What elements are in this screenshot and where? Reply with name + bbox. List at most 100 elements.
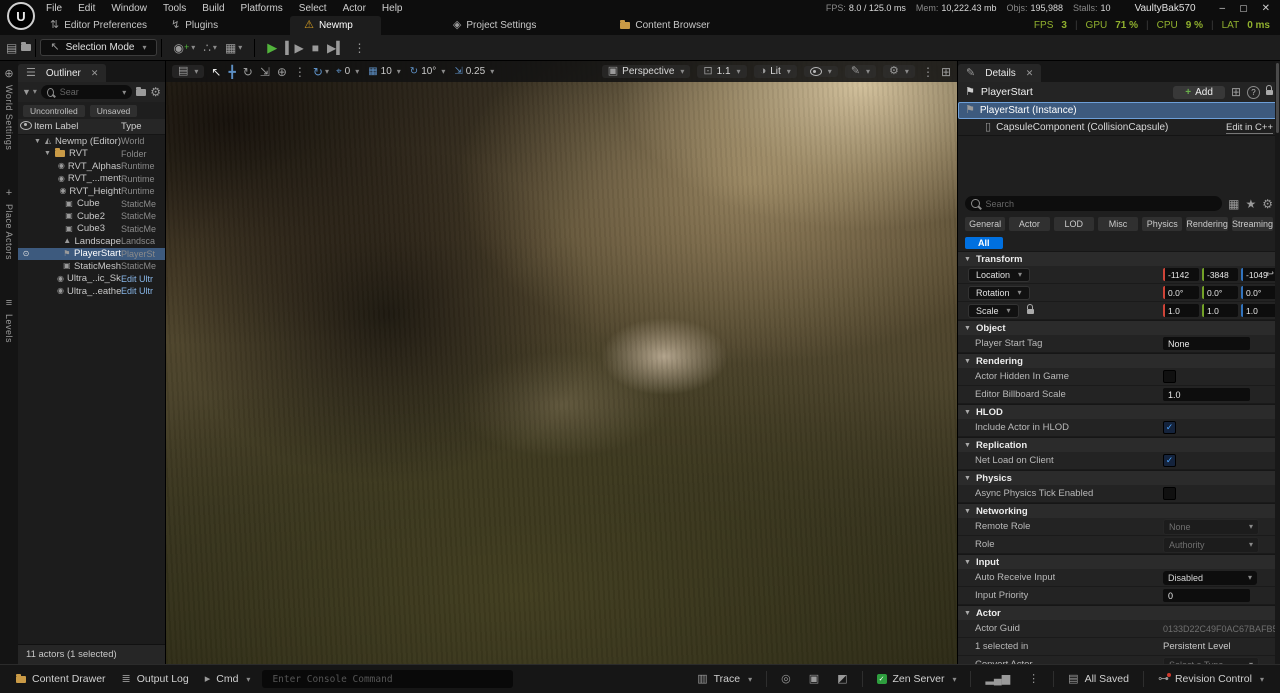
session-button[interactable]: ◎ bbox=[773, 665, 799, 693]
type-column[interactable]: Type bbox=[121, 121, 165, 132]
axis-value-input[interactable]: 1.0 bbox=[1241, 304, 1277, 317]
component-row[interactable]: ⚑PlayerStart (Instance) bbox=[958, 102, 1280, 119]
axis-mode-select[interactable]: Scale▾ bbox=[968, 304, 1019, 318]
axis-value-input[interactable]: 0.0° bbox=[1241, 286, 1277, 299]
category-actor[interactable]: Actor bbox=[1009, 217, 1049, 231]
section-header-transform[interactable]: ▼Transform bbox=[958, 251, 1280, 266]
select-tool-icon[interactable]: ↖ bbox=[211, 66, 221, 78]
tab-newmp[interactable]: ⚠Newmp bbox=[290, 16, 381, 35]
close-icon[interactable]: ✕ bbox=[91, 68, 99, 79]
category-general[interactable]: General bbox=[965, 217, 1005, 231]
display-filter-icon[interactable]: ▦ bbox=[1228, 198, 1239, 210]
scrollbar-thumb[interactable] bbox=[1276, 63, 1279, 133]
perspective-select[interactable]: ▣ Perspective ▾ bbox=[602, 65, 691, 78]
section-header-actor[interactable]: ▼Actor bbox=[958, 605, 1280, 620]
statusbar-zen-server[interactable]: ✓Zen Server▾ bbox=[869, 665, 965, 693]
edit-blueprint-icon[interactable]: ⊞ bbox=[1231, 86, 1241, 98]
statusbar-revision-control[interactable]: ⊶Revision Control▾ bbox=[1150, 665, 1272, 693]
play-options-icon[interactable]: ⋮ bbox=[353, 42, 365, 54]
component-row[interactable]: ▯CapsuleComponent (CollisionCapsule)Edit… bbox=[958, 119, 1280, 136]
section-header-replication[interactable]: ▼Replication bbox=[958, 437, 1280, 452]
menu-tools[interactable]: Tools bbox=[155, 2, 194, 15]
expander-icon[interactable]: ▼ bbox=[34, 138, 41, 145]
menu-platforms[interactable]: Platforms bbox=[233, 2, 291, 15]
edit-in-cpp-link[interactable]: Edit in C++ bbox=[1226, 122, 1273, 134]
console-command[interactable] bbox=[262, 670, 513, 688]
category-misc[interactable]: Misc bbox=[1098, 217, 1138, 231]
details-tab[interactable]: ✎ Details ✕ bbox=[958, 64, 1041, 82]
outliner-search[interactable]: ▾ bbox=[41, 85, 132, 99]
stop-icon[interactable]: ■ bbox=[312, 42, 319, 54]
outliner-row[interactable]: ◉Ultra_..eatherEdit Ultr bbox=[18, 285, 165, 298]
rotate-tool-icon[interactable]: ↻ bbox=[243, 66, 253, 78]
category-streaming[interactable]: Streaming bbox=[1232, 217, 1273, 231]
stats-button[interactable]: ▂▄▆ bbox=[977, 665, 1018, 693]
axis-value-input[interactable]: 0.0° bbox=[1202, 286, 1238, 299]
snap-actor-icon[interactable]: ↻▾ bbox=[313, 66, 329, 78]
viewport-settings-icon[interactable]: ⚙▾ bbox=[883, 65, 915, 78]
skip-frame-icon[interactable]: ▍▶ bbox=[285, 42, 303, 54]
badge-uncontrolled[interactable]: Uncontrolled bbox=[23, 105, 85, 117]
lock-icon[interactable] bbox=[1027, 305, 1034, 317]
category-lod[interactable]: LOD bbox=[1054, 217, 1094, 231]
axis-mode-select[interactable]: Rotation▾ bbox=[968, 286, 1030, 300]
help-icon[interactable]: ? bbox=[1247, 86, 1260, 99]
filter-icon[interactable]: ▼▾ bbox=[22, 88, 37, 97]
badge-unsaved[interactable]: Unsaved bbox=[90, 105, 138, 117]
axis-value-input[interactable]: 0.0° bbox=[1163, 286, 1199, 299]
viewport-scene[interactable] bbox=[166, 61, 957, 664]
console-input[interactable] bbox=[270, 673, 505, 686]
outliner-row[interactable]: ▲LandscapeLandsca bbox=[18, 235, 165, 248]
outliner-row[interactable]: ◉Ultra_..ic_SkyEdit Ultr bbox=[18, 273, 165, 286]
unreal-logo[interactable]: U bbox=[7, 2, 35, 30]
gear-icon[interactable]: ⚙ bbox=[150, 86, 161, 98]
checkbox[interactable] bbox=[1163, 487, 1176, 500]
quad-layout-icon[interactable]: ⊞ bbox=[941, 66, 951, 78]
outliner-search-input[interactable] bbox=[58, 86, 116, 98]
eye-icon[interactable]: ⊙ bbox=[18, 249, 34, 258]
close-icon[interactable]: ✕ bbox=[1262, 3, 1270, 14]
dropdown-auto-receive-input[interactable]: Disabled▾ bbox=[1163, 571, 1257, 585]
tabbar-content-browser[interactable]: Content Browser bbox=[608, 16, 721, 35]
statusbar-all-saved[interactable]: ▤All Saved bbox=[1060, 665, 1137, 693]
add-component-button[interactable]: + Add bbox=[1173, 86, 1225, 99]
section-header-rendering[interactable]: ▼Rendering bbox=[958, 353, 1280, 368]
row-type[interactable]: Edit Ultr bbox=[121, 274, 165, 284]
outliner-row[interactable]: ▣StaticMeshStaticMe bbox=[18, 260, 165, 273]
outliner-row[interactable]: ⊙⚑PlayerStartPlayerSt bbox=[18, 248, 165, 261]
outliner-tab[interactable]: ☰ Outliner ✕ bbox=[18, 64, 106, 82]
more-button[interactable]: ⋮ bbox=[1020, 665, 1047, 693]
expander-icon[interactable]: ▼ bbox=[44, 150, 51, 157]
statusbar-output-log[interactable]: ≣Output Log bbox=[114, 665, 197, 693]
menu-build[interactable]: Build bbox=[194, 2, 232, 15]
checkbox[interactable]: ✓ bbox=[1163, 421, 1176, 434]
outliner-row[interactable]: ▣Cube3StaticMe bbox=[18, 223, 165, 236]
tabbar-project-settings[interactable]: ◈Project Settings bbox=[441, 16, 549, 35]
viewport-options-icon[interactable]: ▤▾ bbox=[172, 65, 204, 78]
outliner-row[interactable]: ▣Cube2StaticMe bbox=[18, 210, 165, 223]
tabbar-plugins[interactable]: ↯Plugins bbox=[159, 16, 230, 35]
eye-column-icon[interactable] bbox=[18, 121, 34, 133]
statusbar-content-drawer[interactable]: Content Drawer bbox=[8, 665, 114, 693]
insights-button[interactable]: ◩ bbox=[829, 665, 855, 693]
gear-icon[interactable]: ⚙ bbox=[1262, 198, 1273, 210]
text-input[interactable]: 0 bbox=[1163, 589, 1250, 602]
menu-actor[interactable]: Actor bbox=[335, 2, 374, 15]
strip-levels[interactable]: ≡Levels bbox=[4, 298, 14, 343]
source-control-browse-icon[interactable] bbox=[21, 44, 31, 51]
section-header-input[interactable]: ▼Input bbox=[958, 554, 1280, 569]
tabbar-editor-preferences[interactable]: ⇅Editor Preferences bbox=[38, 16, 159, 35]
lock-icon[interactable] bbox=[1266, 86, 1273, 98]
text-input[interactable]: None bbox=[1163, 337, 1250, 350]
viewport-more-icon[interactable]: ⋮ bbox=[922, 66, 934, 78]
text-input[interactable]: 1.0 bbox=[1163, 388, 1250, 401]
menu-file[interactable]: File bbox=[38, 2, 70, 15]
viewmode-paint-icon[interactable]: ✎▾ bbox=[845, 65, 876, 78]
show-flags-icon[interactable]: ▾ bbox=[804, 66, 838, 77]
axis-value-input[interactable]: -3848 bbox=[1202, 268, 1238, 281]
strip-world-settings[interactable]: ⊕World Settings bbox=[4, 69, 14, 150]
section-header-networking[interactable]: ▼Networking bbox=[958, 503, 1280, 518]
category-physics[interactable]: Physics bbox=[1142, 217, 1182, 231]
item-label-column[interactable]: Item Label bbox=[34, 121, 121, 132]
statusbar-cmd[interactable]: ▸Cmd▾ bbox=[197, 665, 259, 693]
